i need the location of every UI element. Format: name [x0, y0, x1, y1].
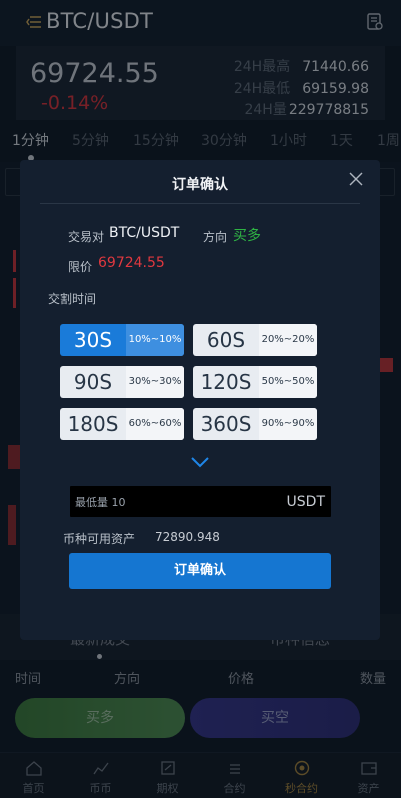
app-root: BTC/USDT 69724.55 -0.14% 24H最高 71440.66 2…	[0, 0, 401, 798]
pair-value: BTC/USDT	[109, 225, 180, 241]
amount-input[interactable]: 最低量 10 USDT	[70, 486, 331, 517]
close-icon[interactable]	[349, 172, 363, 186]
option-180s[interactable]: 180S 60%~60%	[60, 408, 184, 440]
option-time: 90S	[73, 370, 113, 394]
amount-unit: USDT	[286, 494, 325, 510]
option-time: 60S	[206, 328, 246, 352]
option-time: 30S	[73, 328, 113, 352]
option-30s[interactable]: 30S 10%~10%	[60, 324, 184, 356]
direction-label: 方向	[203, 230, 228, 244]
option-60s[interactable]: 60S 20%~20%	[193, 324, 317, 356]
order-confirm-dialog: 订单确认 交易对 BTC/USDT 方向 买多 限价 69724.55 交割时间…	[20, 160, 380, 640]
option-range: 20%~20%	[259, 324, 317, 356]
option-360s[interactable]: 360S 90%~90%	[193, 408, 317, 440]
dialog-divider	[40, 203, 360, 204]
pair-label: 交易对	[68, 230, 105, 244]
option-time: 120S	[200, 370, 252, 394]
option-range: 50%~50%	[259, 366, 317, 398]
option-range: 60%~60%	[126, 408, 184, 440]
option-time: 180S	[67, 412, 119, 436]
option-time: 360S	[200, 412, 252, 436]
option-range: 10%~10%	[126, 324, 184, 356]
amount-placeholder: 最低量 10	[75, 496, 126, 509]
dialog-title: 订单确认	[172, 177, 228, 193]
delivery-time-label: 交割时间	[48, 292, 97, 306]
direction-value: 买多	[233, 228, 261, 244]
chevron-down-icon[interactable]	[190, 456, 210, 468]
limit-label: 限价	[68, 260, 93, 274]
option-range: 90%~90%	[259, 408, 317, 440]
confirm-order-button[interactable]: 订单确认	[69, 553, 331, 589]
option-120s[interactable]: 120S 50%~50%	[193, 366, 317, 398]
available-asset-value: 72890.948	[155, 530, 220, 544]
option-90s[interactable]: 90S 30%~30%	[60, 366, 184, 398]
option-range: 30%~30%	[126, 366, 184, 398]
available-asset-label: 币种可用资产	[63, 532, 136, 546]
limit-value: 69724.55	[98, 255, 165, 271]
